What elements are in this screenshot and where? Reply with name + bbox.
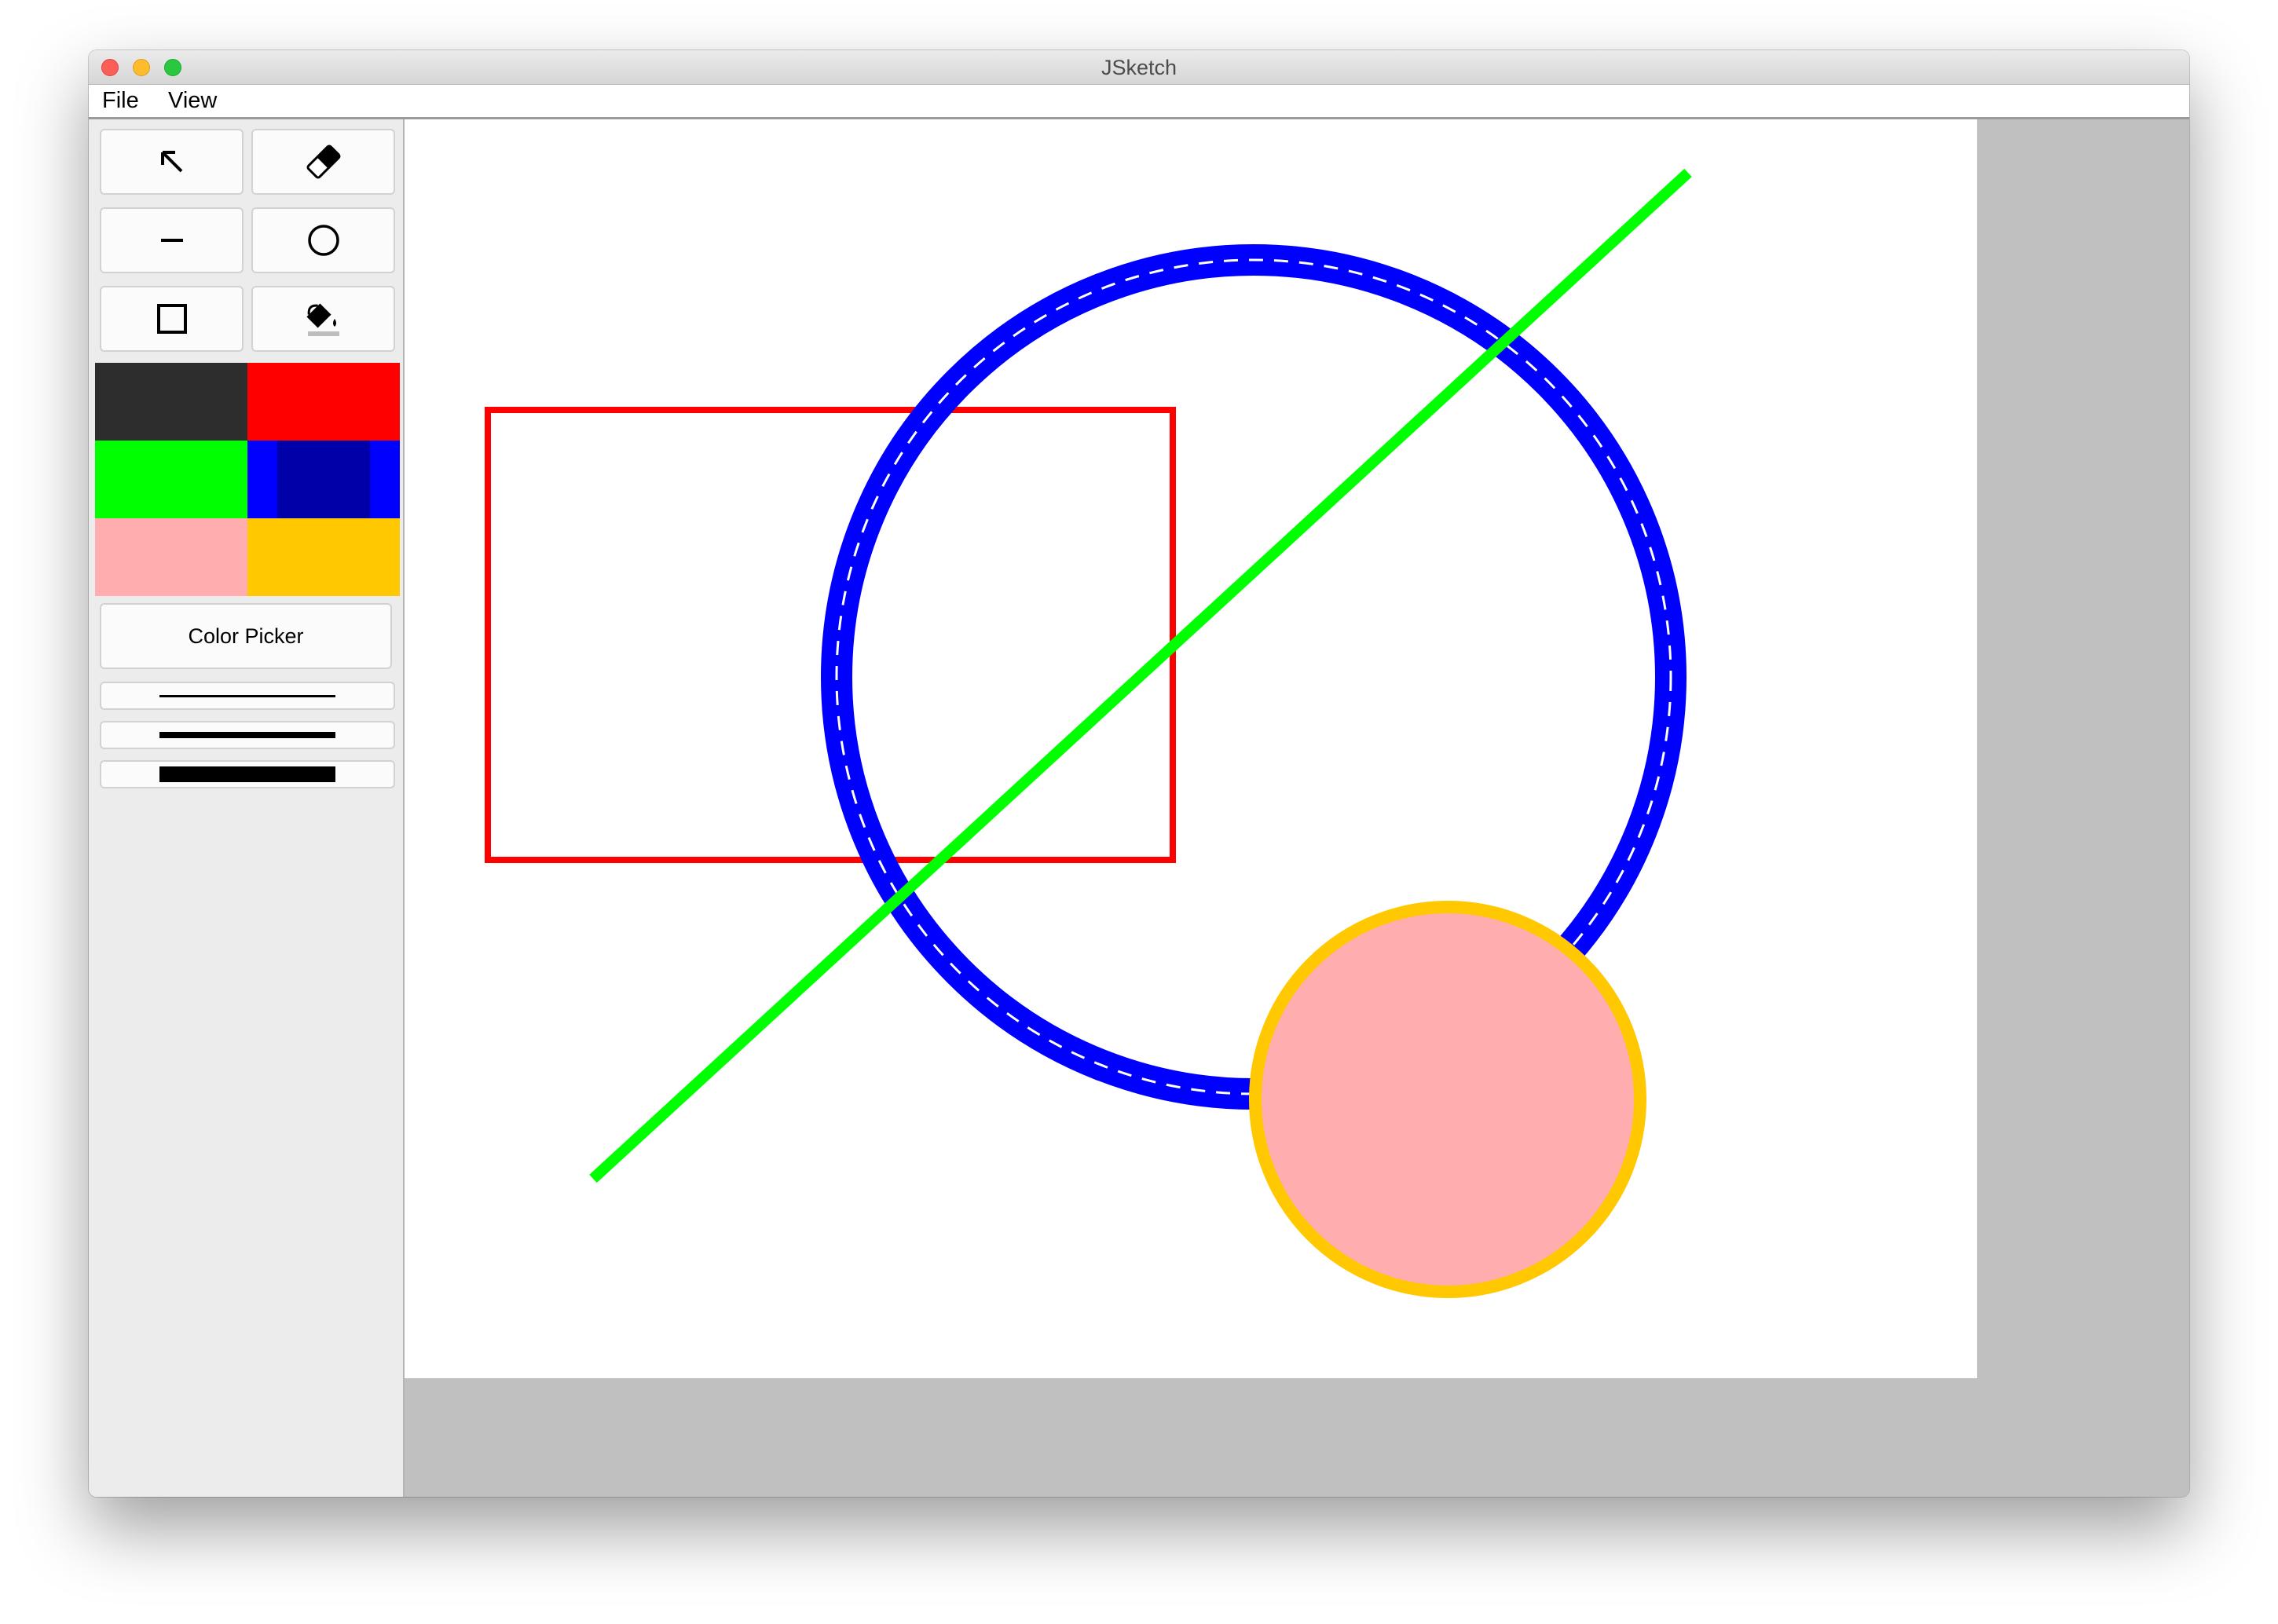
- title-bar: JSketch: [89, 50, 2189, 85]
- menu-bar: File View: [89, 85, 2189, 119]
- color-swatch-dark-gray[interactable]: [95, 363, 247, 441]
- line-width-thick-icon: [159, 766, 335, 782]
- rectangle-icon: [156, 304, 187, 334]
- menu-file[interactable]: File: [102, 88, 139, 114]
- rectangle-tool-button[interactable]: [100, 286, 244, 352]
- menu-view[interactable]: View: [168, 88, 217, 114]
- fill-tool-button[interactable]: [251, 286, 395, 352]
- selected-color-indicator: [277, 441, 370, 518]
- line-width-thick-button[interactable]: [100, 760, 395, 788]
- canvas-viewport: [405, 119, 2189, 1497]
- line-width-medium-icon: [159, 732, 335, 738]
- color-swatch-yellow[interactable]: [247, 518, 400, 596]
- tool-panel: Color Picker: [89, 119, 405, 1497]
- pink-yellow-circle-shape[interactable]: [1249, 901, 1646, 1298]
- paint-bucket-icon: [306, 303, 339, 336]
- color-swatch-green[interactable]: [95, 441, 247, 518]
- line-tool-button[interactable]: [100, 207, 244, 273]
- line-width-thin-button[interactable]: [100, 682, 395, 710]
- erase-tool-button[interactable]: [251, 129, 395, 195]
- color-swatch-blue[interactable]: [247, 441, 400, 518]
- color-swatch-red[interactable]: [247, 363, 400, 441]
- app-window: JSketch File View Color Picker: [89, 50, 2189, 1497]
- circle-icon: [307, 225, 339, 256]
- window-title: JSketch: [1101, 56, 1177, 79]
- drawing-canvas[interactable]: [405, 119, 1977, 1378]
- color-picker-button[interactable]: Color Picker: [100, 603, 392, 669]
- line-width-medium-button[interactable]: [100, 721, 395, 749]
- canvas-drawing: [485, 168, 1692, 1298]
- line-icon: [160, 239, 183, 242]
- circle-tool-button[interactable]: [251, 207, 395, 273]
- select-arrow-icon: [160, 151, 182, 173]
- eraser-icon: [306, 144, 340, 179]
- color-swatch-pink[interactable]: [95, 518, 247, 596]
- select-tool-button[interactable]: [100, 129, 244, 195]
- line-width-thin-icon: [159, 694, 335, 697]
